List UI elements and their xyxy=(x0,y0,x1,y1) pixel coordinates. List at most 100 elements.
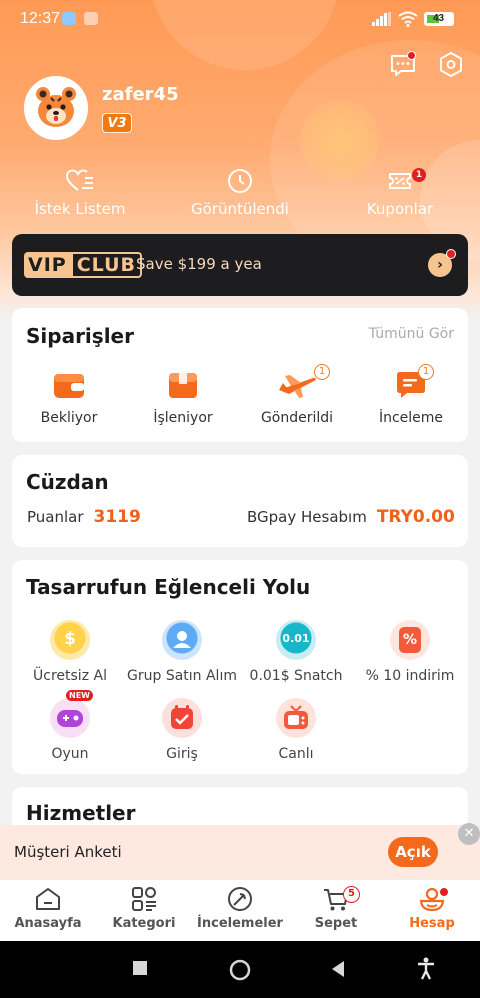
bottom-tab-bar: Anasayfa Kategori İncelemeler 5 Sepet He… xyxy=(0,879,480,941)
points-value: 3119 xyxy=(93,507,141,527)
order-status-label: Gönderildi xyxy=(260,410,334,426)
tab-label: Hesap xyxy=(409,916,455,931)
coupon-badge: 1 xyxy=(412,168,426,182)
game-item[interactable]: NEW Oyun xyxy=(10,690,130,762)
points-label: Puanlar xyxy=(27,508,84,526)
vip-logo-right: CLUB xyxy=(70,252,142,278)
new-tag: NEW xyxy=(66,690,93,701)
avatar[interactable] xyxy=(24,76,88,140)
category-icon xyxy=(132,887,156,911)
survey-text: Müşteri Anketi xyxy=(14,843,122,861)
quick-link-label: İstek Listem xyxy=(34,200,126,218)
tab-reviews[interactable]: İncelemeler xyxy=(192,886,288,931)
accessibility-icon[interactable] xyxy=(416,957,436,981)
checkin-item[interactable]: Giriş xyxy=(122,698,242,762)
fun-item-label: 0.01$ Snatch xyxy=(249,668,343,684)
account-notification-dot xyxy=(440,888,448,896)
percent-icon: % xyxy=(390,620,430,660)
shipped-badge: 1 xyxy=(314,364,330,380)
bgpay-balance-row[interactable]: BGpay Hesabım TRY0.00 xyxy=(247,507,455,527)
group-buy-item[interactable]: Grup Satın Alım xyxy=(122,620,242,684)
order-status-pending[interactable]: Bekliyor xyxy=(14,370,124,426)
username: zafer45 xyxy=(102,84,179,105)
orders-card: Siparişler Tümünü Gör Bekliyor İşleniyor… xyxy=(12,308,468,442)
notification-icon xyxy=(62,12,76,25)
settings-icon[interactable] xyxy=(436,50,466,80)
cart-count-badge: 5 xyxy=(343,886,360,903)
vip-banner-text: Save $199 a yea xyxy=(136,255,262,273)
free-item[interactable]: $ Ücretsiz Al xyxy=(10,620,130,684)
signal-icon xyxy=(372,12,391,26)
fun-item-label: Canlı xyxy=(278,746,314,762)
status-bar: 12:37 43 xyxy=(0,0,480,40)
order-status-label: Bekliyor xyxy=(40,410,98,426)
box-icon xyxy=(169,373,197,398)
wallet-card: Cüzdan Puanlar 3119 BGpay Hesabım TRY0.00 xyxy=(12,455,468,547)
tab-label: İncelemeler xyxy=(197,916,283,931)
vip-logo-left: VIP xyxy=(24,252,71,278)
review-badge: 1 xyxy=(418,364,434,380)
snatch-item[interactable]: 0.01 0.01$ Snatch xyxy=(236,620,356,684)
points-row[interactable]: Puanlar 3119 xyxy=(27,507,141,527)
quick-link-viewed[interactable]: Görüntülendi xyxy=(170,168,310,218)
quick-link-coupons[interactable]: 1 Kuponlar xyxy=(330,168,470,218)
tab-account[interactable]: Hesap xyxy=(384,886,480,931)
vip-club-banner[interactable]: VIP CLUB Save $199 a yea › xyxy=(12,234,468,296)
order-status-processing[interactable]: İşleniyor xyxy=(128,370,238,426)
home-icon xyxy=(36,888,60,910)
airplane-icon xyxy=(279,375,316,398)
discount-item[interactable]: % % 10 indirim xyxy=(350,620,470,684)
calendar-check-icon xyxy=(162,698,202,738)
quick-link-label: Görüntülendi xyxy=(191,200,289,218)
see-all-orders-link[interactable]: Tümünü Gör xyxy=(369,326,454,342)
dollar-glyph: $ xyxy=(64,629,76,649)
fun-item-label: Ücretsiz Al xyxy=(33,668,107,684)
order-status-shipped[interactable]: 1 Gönderildi xyxy=(242,364,352,426)
home-button-icon[interactable] xyxy=(228,958,252,982)
tab-category[interactable]: Kategori xyxy=(96,886,192,931)
live-item[interactable]: Canlı xyxy=(236,698,356,762)
vip-club-logo: VIP CLUB xyxy=(24,252,142,278)
bgpay-label: BGpay Hesabım xyxy=(247,508,367,526)
group-icon xyxy=(162,620,202,660)
heart-list-icon xyxy=(65,169,93,191)
coupon-icon xyxy=(389,173,411,189)
snatch-glyph: 0.01 xyxy=(282,632,310,645)
quick-link-wishlist[interactable]: İstek Listem xyxy=(10,168,150,218)
services-title: Hizmetler xyxy=(26,801,136,825)
back-icon[interactable] xyxy=(330,960,346,978)
tab-label: Sepet xyxy=(314,916,358,931)
vip-level-badge[interactable]: V3 xyxy=(102,113,132,133)
fun-item-label: Oyun xyxy=(51,746,89,762)
savings-fun-card: Tasarrufun Eğlenceli Yolu $ Ücretsiz Al … xyxy=(12,560,468,774)
survey-bar: Müşteri Anketi Açık xyxy=(0,825,480,879)
fun-item-label: Grup Satın Alım xyxy=(127,668,237,684)
percent-glyph: % xyxy=(399,627,421,653)
vip-notification-dot xyxy=(446,249,456,259)
wallet-icon xyxy=(54,374,84,398)
tab-label: Anasayfa xyxy=(14,916,82,931)
tv-icon xyxy=(276,698,316,738)
tab-cart[interactable]: 5 Sepet xyxy=(288,886,384,931)
quick-link-label: Kuponlar xyxy=(366,200,434,218)
fun-item-label: Giriş xyxy=(166,746,198,762)
battery-icon: 43 xyxy=(424,12,454,26)
wifi-icon xyxy=(398,11,418,27)
close-icon[interactable]: ✕ xyxy=(458,823,480,845)
snatch-icon: 0.01 xyxy=(276,620,316,660)
fun-item-label: % 10 indirim xyxy=(365,668,455,684)
wallet-title: Cüzdan xyxy=(26,470,109,494)
reviews-icon xyxy=(228,887,252,911)
gamepad-icon xyxy=(50,698,90,738)
recent-apps-icon[interactable] xyxy=(132,960,148,976)
bgpay-value: TRY0.00 xyxy=(376,507,455,527)
message-unread-dot xyxy=(407,51,416,60)
tab-home[interactable]: Anasayfa xyxy=(0,886,96,931)
app-notification-icon xyxy=(84,12,98,25)
battery-level: 43 xyxy=(433,13,445,24)
order-status-review[interactable]: 1 İnceleme xyxy=(356,364,466,426)
clock-icon xyxy=(228,169,252,193)
survey-open-button[interactable]: Açık xyxy=(388,837,438,867)
tiger-avatar-icon xyxy=(36,87,76,127)
savings-fun-title: Tasarrufun Eğlenceli Yolu xyxy=(26,575,311,599)
